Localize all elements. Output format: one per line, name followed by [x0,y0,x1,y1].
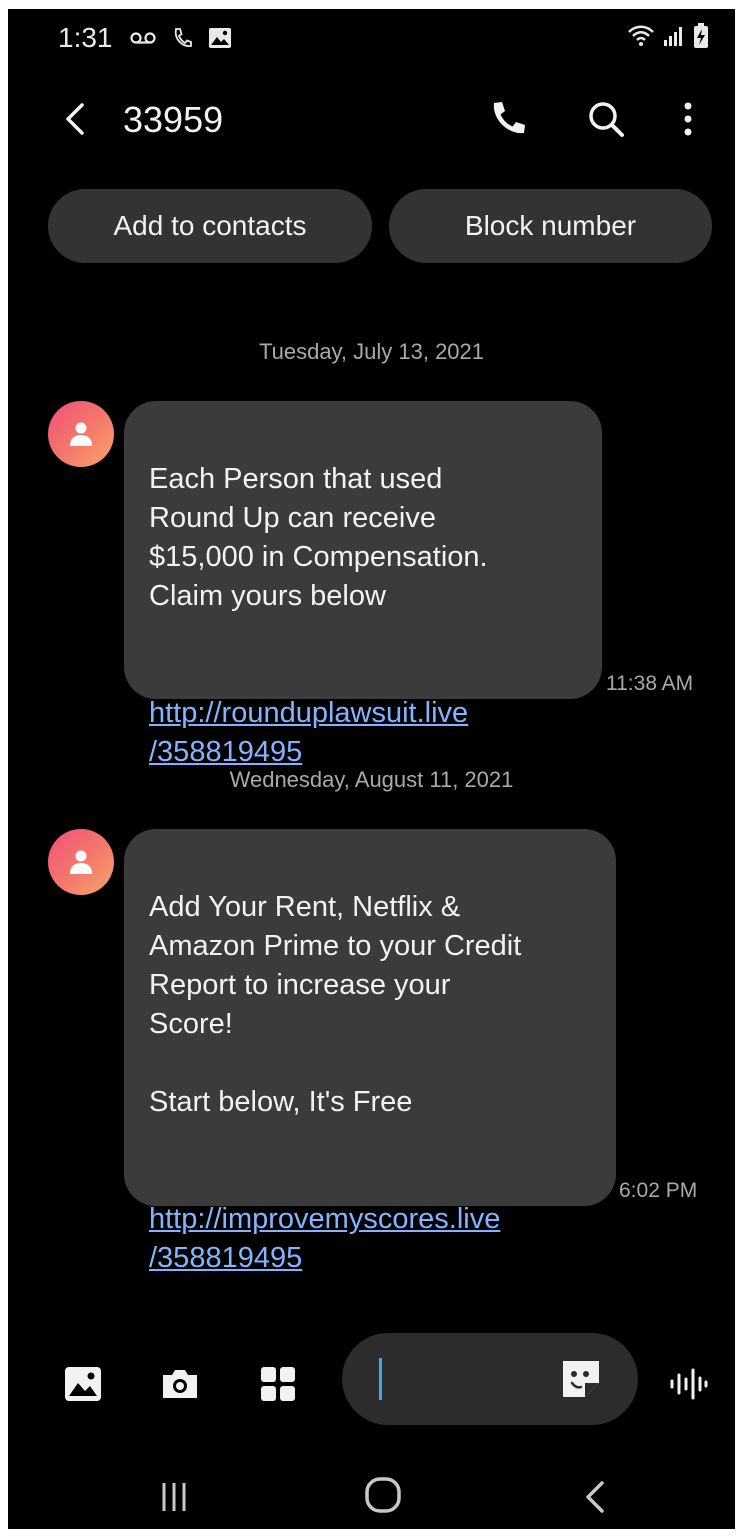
sticker-button[interactable] [559,1357,603,1401]
person-icon [70,850,92,874]
status-left-icons [130,23,232,53]
home-button[interactable] [363,1475,403,1515]
search-button[interactable] [584,97,628,141]
call-button[interactable] [486,97,530,141]
more-vertical-icon [684,102,692,136]
chevron-left-icon [66,103,84,135]
signal-icon [664,27,682,46]
text-cursor [379,1358,382,1400]
apps-icon [261,1367,295,1401]
message-text: Add Your Rent, Netflix & Amazon Prime to… [149,891,522,1118]
message-bubble[interactable]: Each Person that used Round Up can recei… [124,401,602,768]
person-icon [70,422,92,446]
home-icon [365,1477,401,1513]
message-bubble[interactable]: Add Your Rent, Netflix & Amazon Prime to… [124,829,616,1274]
recents-button[interactable] [154,1477,194,1517]
more-options-button[interactable] [668,97,708,141]
message-input[interactable] [342,1333,638,1425]
gallery-icon [209,28,231,48]
search-icon [589,102,624,137]
conversation-title: 33959 [123,99,224,140]
sticker-icon [563,1361,599,1397]
messages-screen: 1:31 33959 Add to contacts Block number … [8,9,735,1529]
message-time: 6:02 PM [619,1179,698,1202]
message-link[interactable]: http://rounduplawsuit.live /358819495 [149,694,576,772]
voice-input-button[interactable] [664,1359,714,1409]
apps-button[interactable] [253,1359,303,1409]
attach-image-button[interactable] [58,1359,108,1409]
recents-icon [162,1483,186,1511]
back-icon [586,1481,604,1513]
avatar[interactable] [48,829,114,895]
wifi-calling-icon [174,28,192,47]
add-to-contacts-button[interactable]: Add to contacts [48,189,372,263]
status-time: 1:31 [58,22,113,53]
status-right-icons [627,21,709,51]
message-link[interactable]: http://improvemyscores.live /358819495 [149,1200,590,1278]
block-number-button[interactable]: Block number [389,189,712,263]
back-button[interactable] [54,97,98,141]
battery-charging-icon [694,23,708,48]
message-text: Each Person that used Round Up can recei… [149,463,488,612]
date-separator: Tuesday, July 13, 2021 [258,339,485,364]
camera-button[interactable] [155,1359,205,1409]
voicemail-icon [130,32,156,44]
avatar[interactable] [48,401,114,467]
date-separator: Wednesday, August 11, 2021 [229,767,514,792]
camera-icon [163,1370,197,1398]
message-time: 11:38 AM [606,672,694,695]
voice-icon [670,1368,708,1400]
phone-icon [493,102,525,134]
nav-back-button[interactable] [580,1477,610,1517]
image-icon [65,1367,101,1401]
wifi-icon [628,25,654,46]
